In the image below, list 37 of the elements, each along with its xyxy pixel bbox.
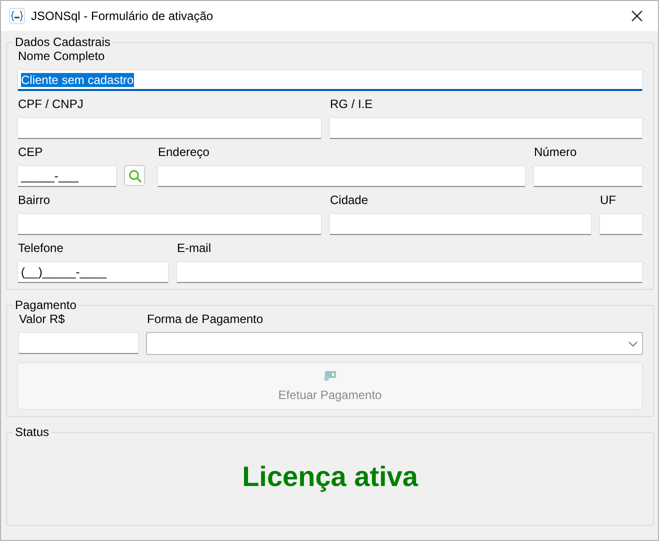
field-label: Nome Completo (17, 49, 106, 63)
field-label: Valor R$ (18, 312, 66, 326)
field-label: CPF / CNPJ (17, 97, 84, 111)
text-field[interactable] (176, 261, 643, 283)
money-icon (323, 370, 337, 382)
field-label: Endereço (157, 145, 210, 159)
text-field[interactable] (157, 165, 526, 187)
amount-field[interactable] (18, 332, 139, 354)
field-label: UF (599, 193, 617, 207)
window-title: JSONSql - Formulário de ativação (31, 9, 214, 23)
chevron-icon (628, 340, 638, 346)
field-label: E-mail (176, 241, 212, 255)
search-button[interactable] (124, 165, 145, 186)
text-field[interactable] (329, 117, 643, 139)
field-label: Telefone (17, 241, 64, 255)
app-icon (9, 8, 25, 24)
group-title: Status (14, 425, 50, 439)
text-field[interactable] (17, 213, 322, 235)
text-field[interactable] (599, 213, 643, 235)
field-label: RG / I.E (329, 97, 374, 111)
close-icon (631, 10, 643, 22)
field-label: Cidade (329, 193, 370, 207)
text-field[interactable] (17, 117, 322, 139)
text-field[interactable]: Cliente sem cadastro (17, 69, 643, 91)
text-field[interactable]: (__)_____-____ (17, 261, 169, 283)
text-field[interactable]: _____-___ (17, 165, 117, 187)
search-icon (128, 168, 142, 182)
payment-method-dropdown[interactable] (146, 332, 643, 355)
text-field[interactable] (329, 213, 592, 235)
field-label: Número (533, 145, 578, 159)
field-label: CEP (17, 145, 44, 159)
field-label: Forma de Pagamento (146, 312, 264, 326)
group-title: Pagamento (14, 298, 78, 312)
text-field[interactable] (533, 165, 643, 187)
group-title: Dados Cadastrais (14, 35, 112, 49)
field-label: Bairro (17, 193, 52, 207)
license-status: Licença ativa (241, 460, 420, 494)
